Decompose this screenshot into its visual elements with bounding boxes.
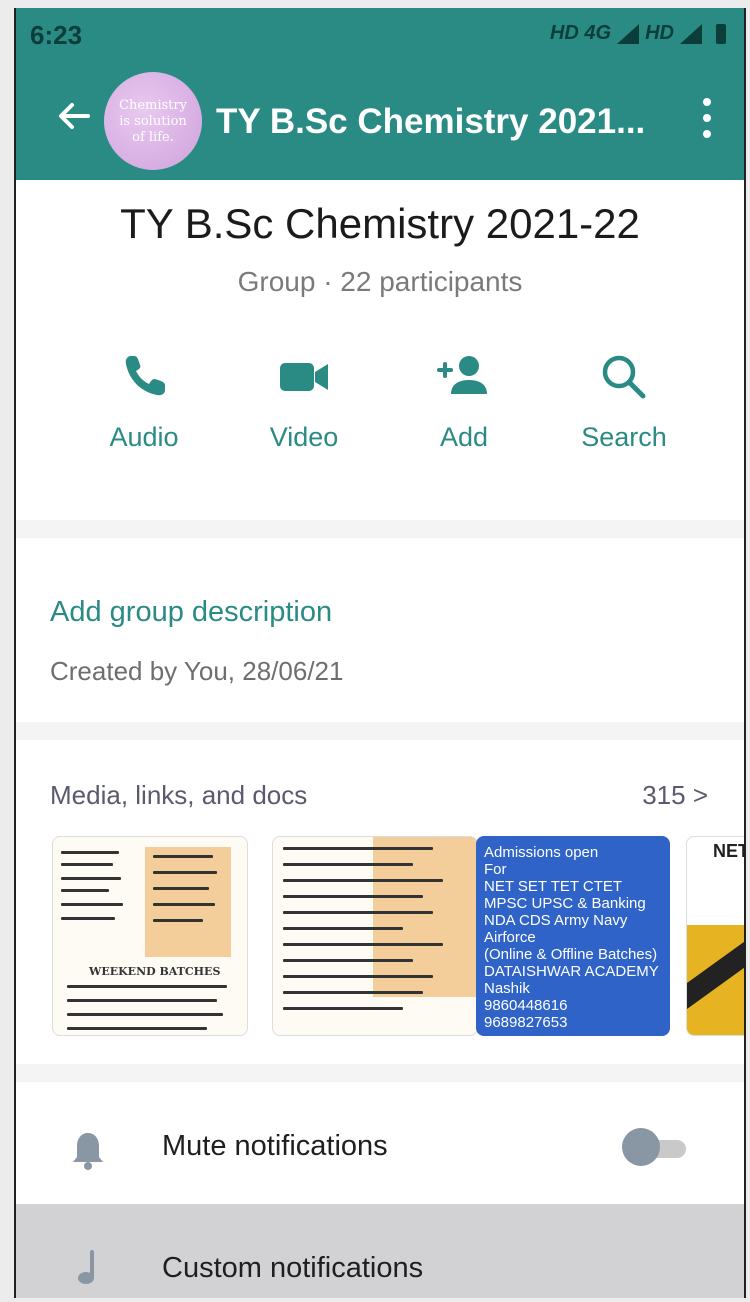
add-person-icon xyxy=(437,356,487,394)
status-bar: 6:23 HD 4G HD xyxy=(16,8,744,64)
search-button[interactable]: Search xyxy=(544,350,704,453)
group-avatar[interactable]: Chemistry is solution of life. xyxy=(104,72,202,170)
media-thumbnail[interactable] xyxy=(272,836,478,1036)
thumb-text: Admissions open xyxy=(484,844,599,861)
media-heading[interactable]: Media, links, and docs xyxy=(50,780,307,811)
signal-icon xyxy=(617,23,640,44)
thumb-text: Airforce xyxy=(484,929,536,946)
network-label-2: HD xyxy=(645,22,674,44)
video-camera-icon xyxy=(280,363,328,391)
back-arrow-icon[interactable] xyxy=(54,96,94,136)
doc-thumb-heading: WEEKEND BATCHES xyxy=(89,965,221,978)
custom-notifications-label: Custom notifications xyxy=(162,1252,424,1284)
thumb-text: (Online & Offline Batches) xyxy=(484,946,658,963)
phone-icon xyxy=(125,356,165,396)
avatar-text-line: is solution xyxy=(119,114,187,129)
video-call-button[interactable]: Video xyxy=(224,350,384,453)
chevron-right-icon: > xyxy=(692,780,708,810)
audio-label: Audio xyxy=(109,422,179,452)
thumb-text: Nashik xyxy=(484,980,530,997)
add-label: Add xyxy=(439,422,489,452)
thumb-text: NET xyxy=(713,841,746,861)
group-profile-card: TY B.Sc Chemistry 2021-22 Group · 22 par… xyxy=(16,180,744,520)
custom-notifications-row[interactable]: Custom notifications xyxy=(16,1204,744,1298)
phone-screen: 6:23 HD 4G HD Chemistry is solution of l… xyxy=(14,8,746,1298)
mute-toggle[interactable] xyxy=(622,1128,686,1166)
group-meta: Group · 22 participants xyxy=(237,266,523,297)
media-thumbnail[interactable]: WEEKEND BATCHES xyxy=(52,836,248,1036)
media-thumbnails: WEEKEND BATCHES Admissions open For NET … xyxy=(52,836,746,1046)
app-bar: 6:23 HD 4G HD Chemistry is solution of l… xyxy=(16,8,744,180)
thumb-text: 9860448616 xyxy=(484,997,568,1014)
search-icon xyxy=(602,355,646,399)
bell-icon xyxy=(73,1133,103,1170)
search-label: Search xyxy=(581,422,667,452)
music-note-icon xyxy=(78,1250,94,1284)
battery-icon xyxy=(716,23,726,44)
created-info: Created by You, 28/06/21 xyxy=(50,656,344,686)
media-card: Media, links, and docs 315 > WEEKEND BAT… xyxy=(16,740,744,1064)
audio-call-button[interactable]: Audio xyxy=(64,350,224,453)
media-count-value: 315 xyxy=(642,780,686,810)
media-count[interactable]: 315 > xyxy=(642,780,708,811)
thumb-text: MPSC UPSC & Banking xyxy=(484,895,646,912)
thumb-text: For xyxy=(484,861,507,878)
add-participant-button[interactable]: Add xyxy=(384,350,544,453)
status-time: 6:23 xyxy=(30,20,83,50)
group-name: TY B.Sc Chemistry 2021-22 xyxy=(120,200,640,247)
media-thumbnail[interactable]: NET xyxy=(686,836,746,1036)
thumb-text: NET SET TET CTET xyxy=(484,878,623,895)
avatar-text-line: of life. xyxy=(132,130,174,145)
network-label: HD 4G xyxy=(549,22,612,44)
thumb-text: 9689827653 xyxy=(484,1014,568,1031)
avatar-text-line: Chemistry xyxy=(119,98,187,113)
signal-icon-2 xyxy=(680,23,702,44)
description-card: Add group description Created by You, 28… xyxy=(16,538,744,722)
mute-notifications-label: Mute notifications xyxy=(162,1130,388,1162)
thumb-text: NDA CDS Army Navy xyxy=(484,912,628,929)
action-row: Audio Video Add Search xyxy=(64,350,704,453)
header-title[interactable]: TY B.Sc Chemistry 2021... xyxy=(216,102,676,142)
add-description-link[interactable]: Add group description xyxy=(50,596,332,629)
media-thumbnail[interactable]: Admissions open For NET SET TET CTET MPS… xyxy=(476,836,670,1036)
more-options-icon[interactable] xyxy=(700,98,714,138)
thumb-text: DATAISHWAR ACADEMY xyxy=(484,963,659,980)
status-indicators: HD 4G HD xyxy=(550,22,726,45)
mute-notifications-row[interactable]: Mute notifications xyxy=(16,1082,744,1210)
toggle-knob xyxy=(622,1128,660,1166)
video-label: Video xyxy=(269,422,339,452)
